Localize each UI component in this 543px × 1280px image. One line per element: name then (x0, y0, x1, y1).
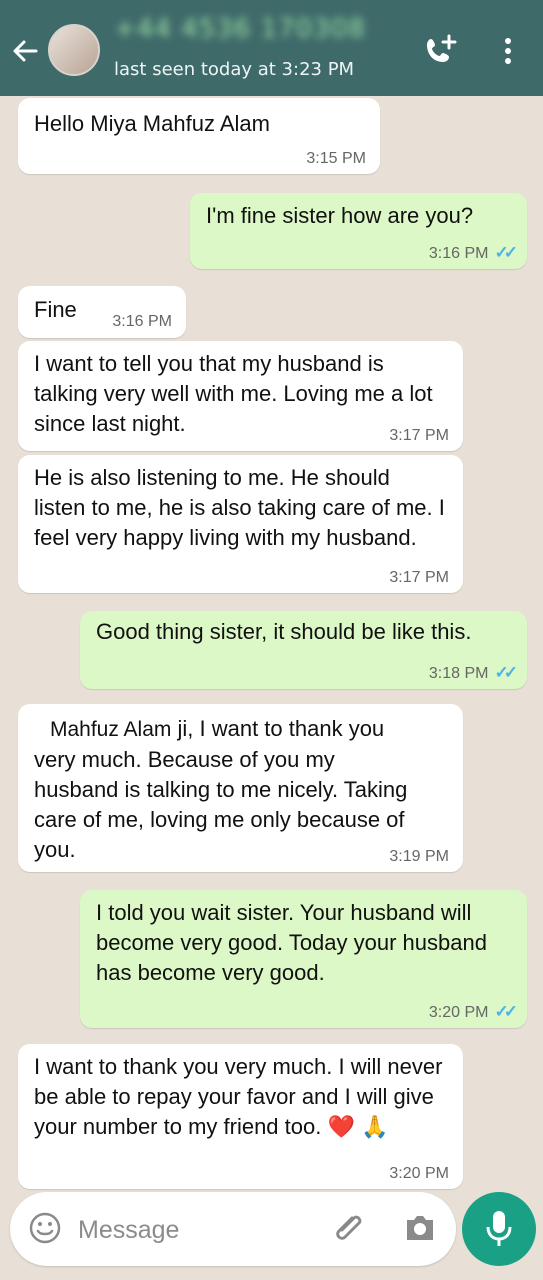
message-bubble-outgoing[interactable]: I told you wait sister. Your husband wil… (80, 890, 527, 1028)
emoji-heart-pray: ❤️ 🙏 (327, 1114, 389, 1139)
message-bubble-incoming[interactable]: I want to tell you that my husband is ta… (18, 341, 463, 451)
mention-name[interactable]: Mahfuz Alam (50, 718, 171, 741)
message-bubble-incoming[interactable]: Mahfuz Alam ji, I want to thank you very… (18, 704, 463, 872)
message-time: 3:19 PM (389, 848, 449, 865)
back-arrow-icon[interactable] (10, 36, 40, 66)
message-time-label: 3:18 PM (428, 665, 489, 682)
message-text: I'm fine sister how are you? (206, 203, 474, 228)
message-bubble-incoming[interactable]: He is also listening to me. He should li… (18, 455, 463, 593)
message-bubble-incoming[interactable]: I want to thank you very much. I will ne… (18, 1044, 463, 1189)
message-time: 3:20 PM ✓✓ (428, 1002, 518, 1022)
mic-icon (486, 1211, 512, 1246)
message-composer (10, 1192, 456, 1266)
message-time: 3:20 PM (389, 1165, 449, 1182)
message-bubble-incoming[interactable]: Fine 3:16 PM (18, 286, 186, 338)
chat-header: +44 4536 170308 last seen today at 3:23 … (0, 0, 543, 96)
message-bubble-outgoing[interactable]: I'm fine sister how are you? 3:16 PM ✓✓ (190, 193, 527, 269)
last-seen-status: last seen today at 3:23 PM (114, 59, 355, 80)
mic-button[interactable] (462, 1192, 536, 1266)
message-bubble-incoming[interactable]: Hello Miya Mahfuz Alam 3:15 PM (18, 98, 380, 174)
message-text: He is also listening to me. He should li… (34, 465, 445, 550)
message-time-label: 3:20 PM (428, 1004, 489, 1021)
avatar[interactable] (48, 24, 100, 76)
message-input[interactable] (76, 1211, 320, 1249)
camera-icon[interactable] (402, 1212, 438, 1244)
message-time: 3:16 PM ✓✓ (428, 243, 518, 263)
call-add-icon[interactable] (424, 34, 458, 68)
message-text: I want to thank you very much. I will ne… (34, 1052, 445, 1142)
emoji-icon[interactable] (28, 1211, 62, 1245)
message-text: I told you wait sister. Your husband wil… (96, 900, 487, 985)
double-check-icon: ✓✓ (494, 663, 518, 682)
message-time: 3:15 PM (306, 150, 366, 167)
message-time: 3:17 PM (389, 569, 449, 586)
message-time: 3:16 PM (112, 313, 172, 330)
contact-name[interactable]: +44 4536 170308 (114, 14, 366, 44)
attach-icon[interactable] (332, 1210, 366, 1246)
message-text: I want to tell you that my husband is ta… (34, 351, 433, 436)
message-time: 3:17 PM (389, 427, 449, 444)
message-time-label: 3:16 PM (428, 245, 489, 262)
message-text: Good thing sister, it should be like thi… (96, 619, 472, 644)
menu-dots-icon[interactable] (498, 36, 518, 66)
message-time: 3:18 PM ✓✓ (428, 663, 518, 683)
message-bubble-outgoing[interactable]: Good thing sister, it should be like thi… (80, 611, 527, 689)
message-text: Hello Miya Mahfuz Alam (34, 111, 270, 136)
double-check-icon: ✓✓ (494, 1002, 518, 1021)
double-check-icon: ✓✓ (494, 243, 518, 262)
message-text: Mahfuz Alam ji, I want to thank you very… (34, 714, 423, 865)
